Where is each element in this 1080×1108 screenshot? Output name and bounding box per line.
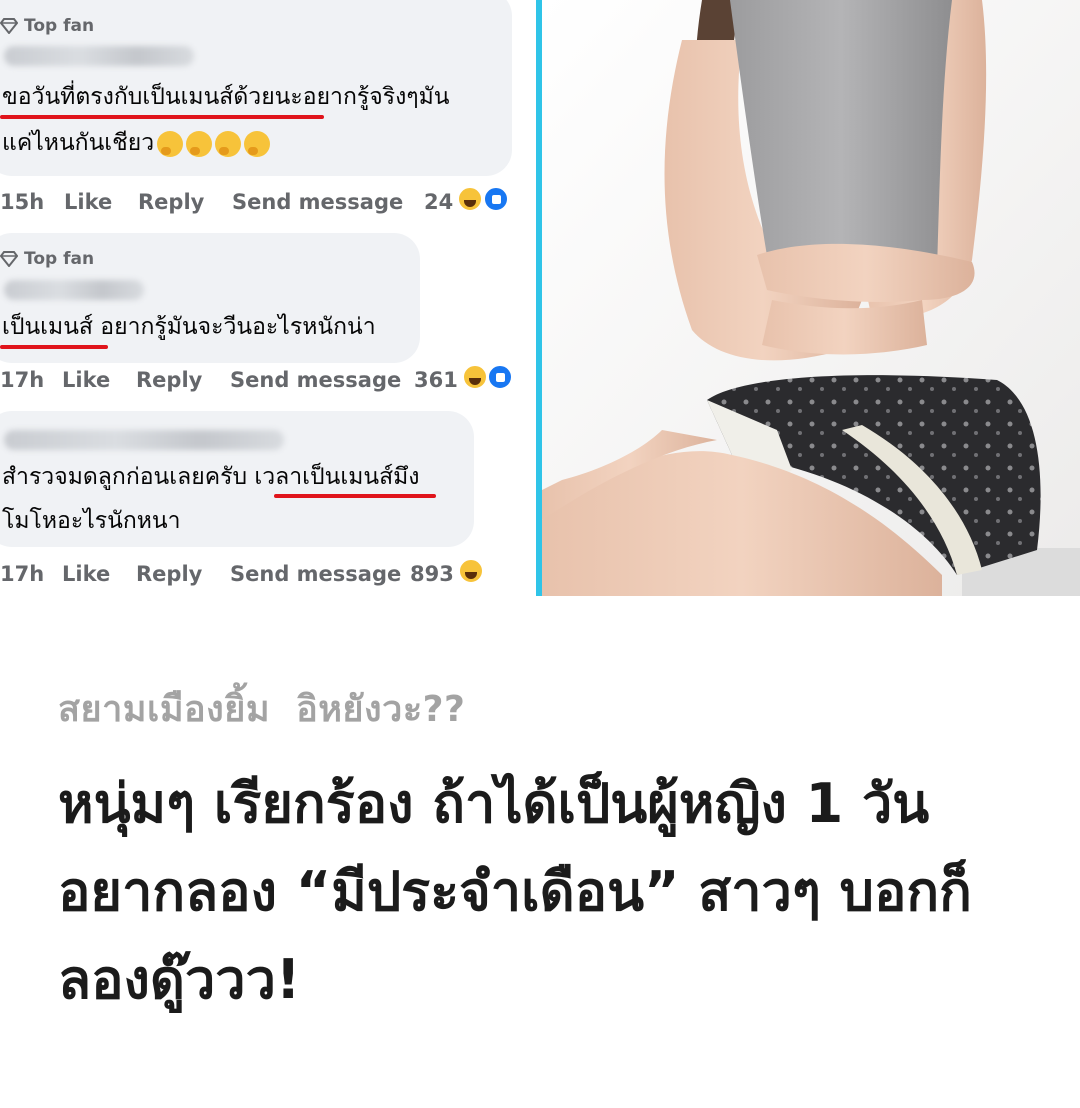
woman-holding-stomach-photo [542, 0, 1080, 596]
comment-text-line: สำรวจมดลูกก่อนเลยครับ เวลาเป็นเมนส์มึง [2, 464, 420, 490]
reaction-count: 361 [414, 367, 458, 392]
blurred-commenter-name [4, 430, 284, 450]
comment-actions: 17h Like Reply Send message 361 [0, 364, 514, 395]
send-message-link[interactable]: Send message [230, 368, 414, 392]
reaction-count: 24 [424, 189, 454, 214]
like-link[interactable]: Like [62, 368, 136, 392]
blurred-commenter-name [4, 46, 194, 66]
reaction-count: 893 [410, 561, 454, 586]
send-message-link[interactable]: Send message [230, 562, 410, 586]
haha-reaction-icon [461, 364, 488, 390]
reactions[interactable] [457, 186, 509, 217]
comment-text-line-2: แค่ไหนกันเชียว [2, 130, 271, 158]
diamond-icon [0, 18, 18, 34]
photo-illustration [542, 0, 1080, 596]
comment-time: 17h [0, 367, 45, 392]
comment-time: 17h [0, 561, 45, 586]
haha-reaction-icon [457, 558, 484, 584]
comment-text-line-2: โมโหอะไรนักหนา [2, 508, 181, 534]
article-headline[interactable]: หนุ่มๆ เรียกร้อง ถ้าได้เป็นผู้หญิง 1 วัน… [58, 760, 1048, 1024]
send-message-link[interactable]: Send message [232, 190, 424, 214]
thinking-emoji-icon [215, 130, 242, 157]
thinking-emoji-icon [157, 130, 184, 157]
reactions[interactable] [461, 364, 514, 395]
thinking-emoji-icon [244, 130, 271, 157]
article-source: สยามเมืองยิ้ม อิหยังวะ?? [58, 680, 465, 737]
reply-link[interactable]: Reply [136, 368, 230, 392]
red-underline [0, 345, 108, 349]
red-underline [274, 494, 436, 498]
source-name[interactable]: สยามเมืองยิ้ม [58, 689, 270, 730]
top-fan-badge: Top fan [0, 249, 94, 269]
reactions[interactable] [457, 558, 484, 589]
like-link[interactable]: Like [64, 190, 138, 214]
like-link[interactable]: Like [62, 562, 136, 586]
diamond-icon [0, 251, 18, 267]
comment-text-line: เป็นเมนส์ อยากรู้มันจะวีนอะไรหนักน่า [2, 314, 376, 340]
comment-actions: 15h Like Reply Send message 24 [0, 186, 509, 217]
hero-image: Top fan ขอวันที่ตรงกับเป็นเมนส์ด้วยนะอยา… [0, 0, 1080, 596]
reply-link[interactable]: Reply [136, 562, 230, 586]
comment-text-line: ขอวันที่ตรงกับเป็นเมนส์ด้วยนะอยากรู้จริง… [2, 84, 450, 110]
comment-time: 15h [0, 189, 45, 214]
top-fan-label: Top fan [24, 16, 95, 36]
reply-link[interactable]: Reply [138, 190, 232, 214]
blurred-commenter-name [4, 280, 144, 300]
top-fan-badge: Top fan [0, 16, 94, 36]
thinking-emoji-icon [186, 130, 213, 157]
comment-actions: 17h Like Reply Send message 893 [0, 558, 484, 589]
red-underline [0, 115, 324, 119]
top-fan-label: Top fan [24, 249, 95, 269]
haha-reaction-icon [457, 186, 484, 212]
like-reaction-icon [482, 186, 509, 212]
facebook-comments-screenshot: Top fan ขอวันที่ตรงกับเป็นเมนส์ด้วยนะอยา… [0, 0, 536, 596]
like-reaction-icon [487, 364, 514, 390]
category-tag[interactable]: อิหยังวะ?? [296, 689, 465, 730]
